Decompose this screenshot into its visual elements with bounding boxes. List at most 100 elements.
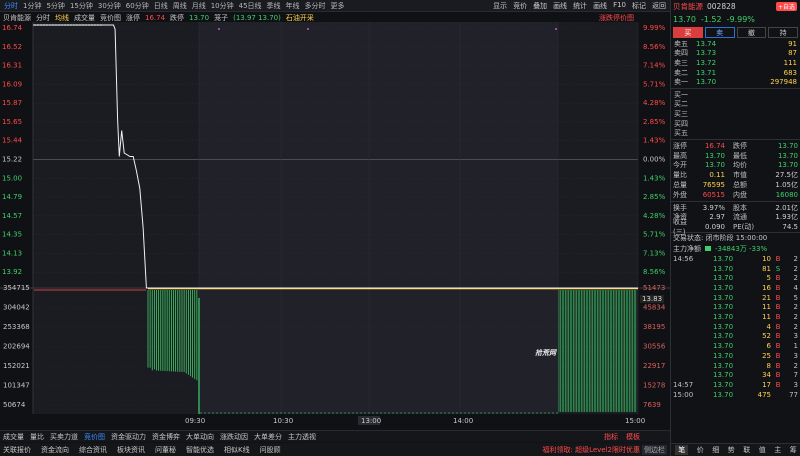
indicator-tab[interactable]: 主力透视 [288,432,316,442]
mode-volume[interactable]: 成交量 [74,13,95,23]
toolbar-action[interactable]: 显示 [493,1,507,11]
event-marker[interactable] [218,28,220,30]
period-tab[interactable]: 60分钟 [126,1,149,11]
period-tab[interactable]: 5分钟 [46,1,64,11]
toolbar-action[interactable]: 竞价 [513,1,527,11]
info-tab[interactable]: 相似K线 [224,445,250,455]
bid-level[interactable]: 买五 [671,128,800,138]
panel-footer-tab[interactable]: 势 [728,445,735,455]
indicator-tab[interactable]: 资金博弈 [152,432,180,442]
info-tab[interactable]: 问股顾 [260,445,281,455]
info-tab[interactable]: 智能优选 [186,445,214,455]
mode-auction[interactable]: 竞价图 [100,13,121,23]
toolbar-action[interactable]: F10 [613,1,626,11]
auction-point [40,24,42,26]
promo-link[interactable]: 福利领取: 超级Level2限时优惠 [542,445,640,455]
period-tab[interactable]: 1分钟 [23,1,41,11]
cancel-order-button[interactable]: 撤 [736,27,767,38]
indicator-tab[interactable]: 大单动向 [186,432,214,442]
ask-level[interactable]: 卖三 13.72 111 [671,58,800,68]
info-tab[interactable]: 综合资讯 [79,445,107,455]
auction-point [79,24,81,26]
bid-level[interactable]: 买四 [671,119,800,129]
panel-footer-tab[interactable]: 细 [712,445,719,455]
info-tab[interactable]: 资金流向 [41,445,69,455]
money-flow-bar [705,246,711,252]
ask-level[interactable]: 卖五 13.74 91 [671,39,800,49]
ask-level[interactable]: 卖二 13.71 683 [671,68,800,78]
indicator-tab[interactable]: 涨跌动因 [220,432,248,442]
tick-trades[interactable]: 14:56 13.70 10 B 2 13.70 81 S 2 13.70 5 B 2 13.70 16 B 4… [671,254,800,399]
indicator-action[interactable]: 模板 [626,432,640,442]
toolbar-action[interactable]: 标记 [632,1,646,11]
period-tab[interactable]: 15分钟 [70,1,93,11]
bid-level[interactable]: 买一 [671,90,800,100]
auction-point [100,24,102,26]
quote-row: 今开 13.70 均价 13.70 [671,161,800,171]
period-tab[interactable]: 30分钟 [98,1,121,11]
toolbar-action[interactable]: 返回 [652,1,666,11]
period-tab[interactable]: 周线 [173,1,187,11]
price-tick-label: 16.09 [2,80,22,88]
sell-button[interactable]: 卖 [704,27,735,38]
event-marker[interactable] [307,28,309,30]
period-tab[interactable]: 10分钟 [211,1,234,11]
buy-button[interactable]: 买 [673,27,703,38]
pct-tick-label: 7.14% [643,62,666,70]
period-tab[interactable]: 年线 [286,1,300,11]
indicator-tab[interactable]: 竞价图 [84,432,105,442]
panel-footer-tab[interactable]: 笔 [675,445,689,455]
current-price: 13.70 [673,14,696,24]
trade-side: B [775,361,781,370]
trade-row: 13.70 34 B 7 [671,370,800,380]
trade-count: 2 [793,254,798,263]
toolbar-action[interactable]: 统计 [573,1,587,11]
quote-value: 16.74 [704,141,725,150]
panel-footer-tab[interactable]: 筹 [790,445,797,455]
period-tab[interactable]: 月线 [192,1,206,11]
period-tab[interactable]: 45日线 [239,1,262,11]
indicator-tab[interactable]: 资金驱动力 [111,432,146,442]
trade-price: 13.70 [713,371,734,380]
panel-footer-tab[interactable]: 价 [697,445,704,455]
panel-footer-tab[interactable]: 值 [759,445,766,455]
event-marker[interactable] [555,28,557,30]
indicator-tab[interactable]: 大单差分 [254,432,282,442]
sidebar-toggle-button[interactable]: 侧边栏 [642,444,667,455]
indicator-tab[interactable]: 成交量 [3,432,24,442]
ask-level[interactable]: 卖一 13.70 297948 [671,77,800,87]
quote-value: 74.5 [782,223,798,232]
period-tab[interactable]: 多分时 [305,1,326,11]
info-tab[interactable]: 关联报价 [3,445,31,455]
panel-footer-tab[interactable]: 联 [743,445,750,455]
toolbar-action[interactable]: 画线 [593,1,607,11]
indicator-tab[interactable]: 买卖力道 [50,432,78,442]
ask-level-label: 卖二 [674,68,688,77]
toolbar-action[interactable]: 叠加 [533,1,547,11]
indicator-tab[interactable]: 量比 [30,432,44,442]
toolbar-action[interactable]: 画线 [553,1,567,11]
holdings-button[interactable]: 持 [768,27,798,38]
period-tab[interactable]: 更多 [331,1,345,11]
period-tab[interactable]: 分时 [4,1,18,11]
quote-value: 76595 [702,181,725,190]
intraday-chart[interactable]: 13.83 16.74 16.52 16.31 16.09 15.87 15.65 15.4… [0,22,670,426]
industry-note[interactable]: 石油开采 [286,13,314,23]
limit-chart-note[interactable]: 涨跌停价图 [599,13,634,23]
mode-average-line[interactable]: 均线 [55,13,69,23]
info-tab[interactable]: 板块资讯 [117,445,145,455]
trade-side: B [775,332,781,341]
money-flow-row[interactable]: 主力净额 -34843万 -33% [671,243,800,254]
bid-level[interactable]: 买三 [671,109,800,119]
add-watchlist-button[interactable]: +自选 [775,1,797,11]
panel-footer-tab[interactable]: 主 [774,445,781,455]
indicator-action[interactable]: 指标 [604,432,618,442]
period-tab[interactable]: 季线 [267,1,281,11]
ask-level[interactable]: 卖四 13.73 87 [671,49,800,59]
period-tab[interactable]: 日线 [154,1,168,11]
bid-level[interactable]: 买二 [671,100,800,110]
stock-name: 贝肯能源 [3,13,31,22]
trade-side: B [775,274,781,283]
info-tab[interactable]: 问董秘 [155,445,176,455]
mode-intraday[interactable]: 分时 [36,13,50,23]
